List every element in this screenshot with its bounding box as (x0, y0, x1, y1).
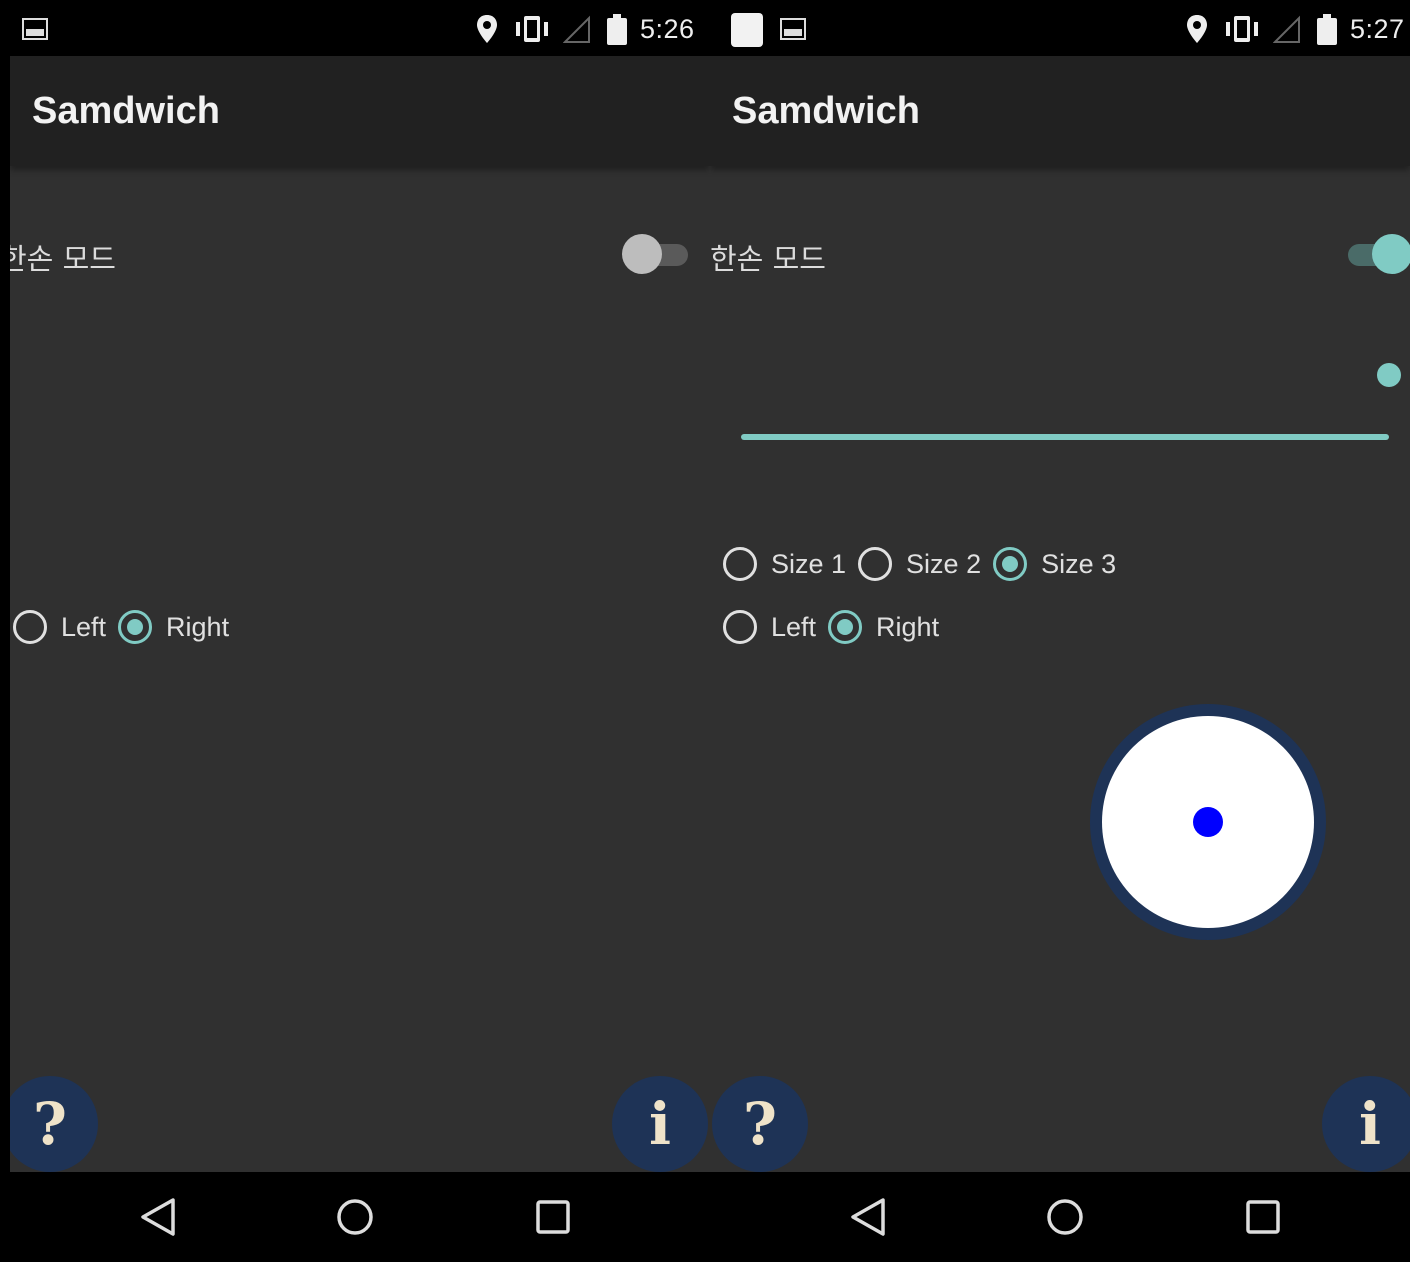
size-radio-group: Size 1 Size 2 Size 3 (723, 542, 1128, 586)
nav-bar (710, 1172, 1410, 1262)
switch-thumb (622, 234, 662, 274)
help-button[interactable]: ? (712, 1076, 808, 1172)
recents-icon (536, 1200, 570, 1234)
status-time: 5:27 (1350, 14, 1405, 44)
radio-right[interactable]: Right (118, 610, 229, 644)
vibrate-icon (516, 16, 548, 42)
status-bar: 5:27 (710, 0, 1410, 56)
screen-right: 5:27 Samdwich 한손 모드 Size 1 Size 2 Size 3… (710, 0, 1410, 1262)
status-time: 5:26 (640, 14, 695, 44)
info-button[interactable]: i (1322, 1076, 1410, 1172)
signal-icon (563, 15, 590, 43)
hand-radio-group: Left Right (723, 605, 951, 649)
home-icon (337, 1199, 373, 1235)
slider-thumb[interactable] (1377, 363, 1401, 387)
screenshot-notification-icon (731, 13, 763, 47)
one-hand-mode-label: 한손 모드 (710, 242, 826, 276)
signal-icon (1273, 15, 1300, 43)
info-icon: i (648, 1090, 672, 1158)
app-title: Samdwich (32, 90, 220, 132)
radio-left-circle (13, 610, 47, 644)
radio-left-label: Left (771, 611, 817, 642)
radio-right-label: Right (876, 611, 940, 642)
help-button[interactable]: ? (10, 1076, 98, 1172)
help-icon: ? (743, 1090, 777, 1158)
slider-track[interactable] (741, 434, 1389, 440)
home-icon (1047, 1199, 1083, 1235)
joystick-pad (1102, 716, 1314, 928)
back-icon (851, 1198, 885, 1236)
app-title: Samdwich (732, 90, 920, 132)
radio-left-circle (723, 610, 757, 644)
hand-radio-group: Left Right (13, 605, 241, 649)
one-hand-mode-switch[interactable] (1344, 234, 1410, 276)
joystick[interactable] (1090, 704, 1326, 940)
one-hand-mode-switch[interactable] (622, 234, 692, 276)
app-bar: Samdwich (710, 56, 1410, 166)
radio-size-1[interactable]: Size 1 (723, 547, 846, 581)
location-icon (477, 15, 497, 43)
recents-button[interactable] (1240, 1194, 1286, 1240)
info-icon: i (1358, 1090, 1382, 1158)
radio-size-3-label: Size 3 (1041, 548, 1117, 579)
radio-left-label: Left (61, 611, 107, 642)
recents-icon (1246, 1200, 1280, 1234)
switch-thumb (1372, 234, 1410, 274)
radio-right-label: Right (166, 611, 230, 642)
screen-left: 5:26 Samdwich 한손 모드 Left Right ? i (10, 0, 710, 1262)
joystick-knob[interactable] (1193, 807, 1223, 837)
radio-size-2-label: Size 2 (906, 548, 982, 579)
radio-size-3[interactable]: Size 3 (993, 547, 1116, 581)
radio-size-2[interactable]: Size 2 (858, 547, 981, 581)
radio-left[interactable]: Left (13, 610, 106, 644)
status-bar: 5:26 (10, 0, 710, 56)
info-button[interactable]: i (612, 1076, 708, 1172)
help-icon: ? (33, 1090, 67, 1158)
battery-icon (607, 14, 627, 45)
battery-icon (1317, 14, 1337, 45)
back-icon (141, 1198, 175, 1236)
back-button[interactable] (845, 1194, 891, 1240)
radio-size-1-label: Size 1 (771, 548, 847, 579)
back-button[interactable] (135, 1194, 181, 1240)
location-icon (1187, 15, 1207, 43)
radio-size-3-circle (993, 547, 1028, 581)
radio-right-circle (828, 610, 863, 644)
home-button[interactable] (332, 1194, 378, 1240)
picture-notification-icon (22, 18, 48, 40)
home-button[interactable] (1042, 1194, 1088, 1240)
vibrate-icon (1226, 16, 1258, 42)
radio-right[interactable]: Right (828, 610, 939, 644)
app-bar: Samdwich (10, 56, 710, 166)
radio-size-1-circle (723, 547, 757, 581)
radio-left[interactable]: Left (723, 610, 816, 644)
one-hand-mode-label: 한손 모드 (10, 242, 116, 276)
nav-bar (10, 1172, 710, 1262)
radio-size-2-circle (858, 547, 893, 581)
radio-right-circle (118, 610, 153, 644)
picture-notification-icon (780, 18, 806, 40)
recents-button[interactable] (530, 1194, 576, 1240)
